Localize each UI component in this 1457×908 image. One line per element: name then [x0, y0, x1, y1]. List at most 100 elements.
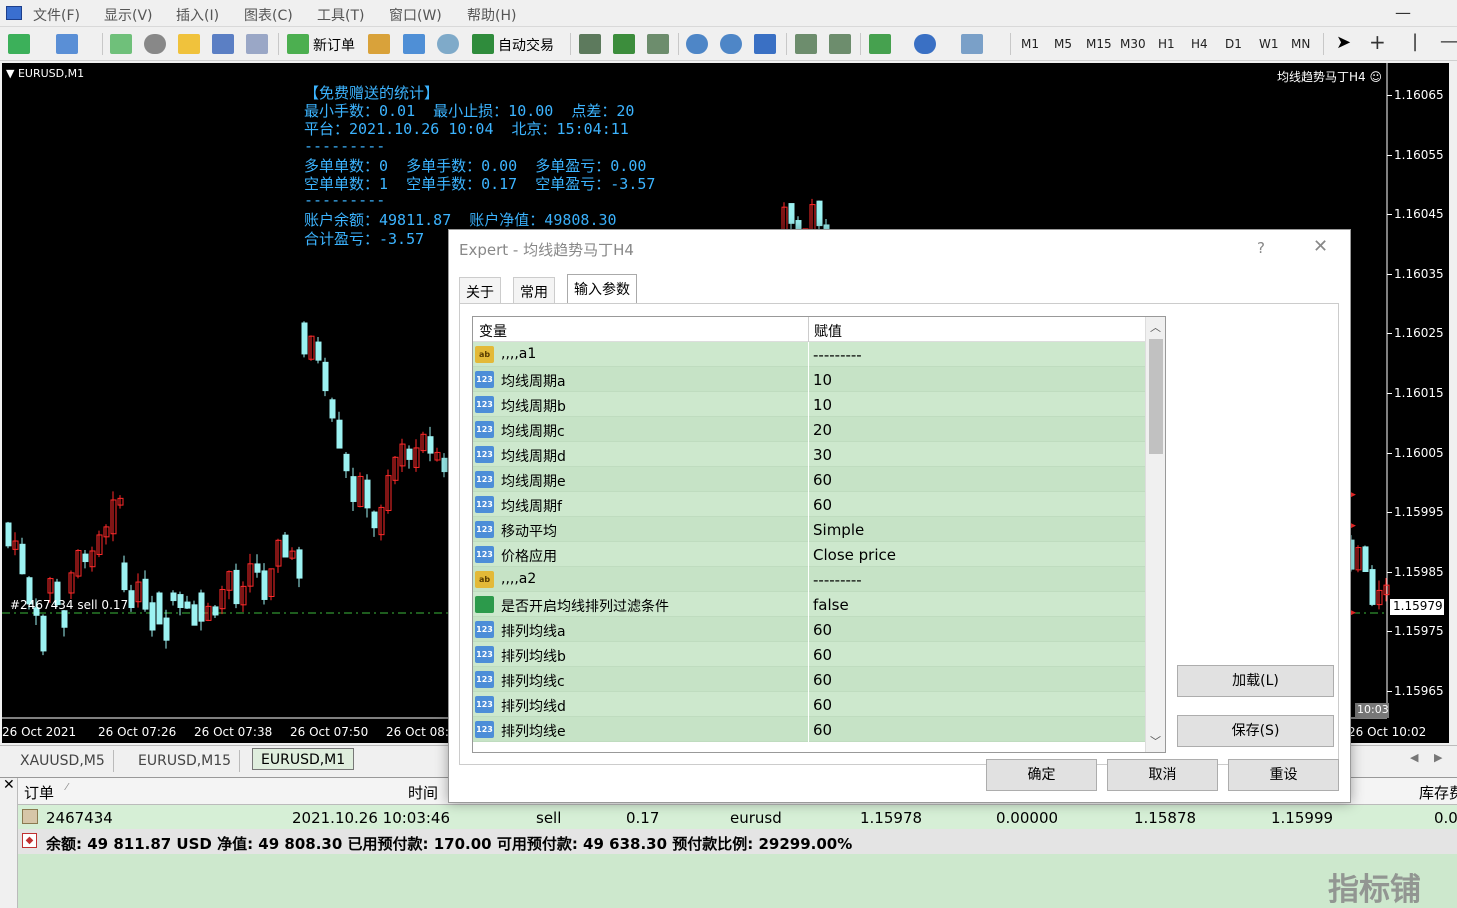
timeframe-m30[interactable]: M30: [1120, 37, 1146, 51]
param-row[interactable]: 123 均线周期e 60: [473, 467, 1145, 492]
param-value[interactable]: 60: [813, 621, 832, 639]
market-icon[interactable]: [437, 34, 459, 54]
param-value[interactable]: 10: [813, 396, 832, 414]
new-chart-icon[interactable]: [8, 34, 30, 54]
tab-eurusd-m1[interactable]: EURUSD,M1: [252, 748, 355, 770]
param-value[interactable]: ---------: [813, 571, 862, 589]
tab-common[interactable]: 常用: [513, 277, 555, 303]
tile-windows-icon[interactable]: [754, 34, 776, 54]
tab-about[interactable]: 关于: [459, 277, 501, 303]
param-row[interactable]: 123 排列均线b 60: [473, 642, 1145, 667]
scroll-up-icon[interactable]: ︿: [1150, 319, 1161, 335]
col-swap[interactable]: 库存费: [1419, 782, 1457, 803]
timeframe-w1[interactable]: W1: [1259, 37, 1279, 51]
menu-insert[interactable]: 插入(I): [176, 5, 219, 25]
cancel-button[interactable]: 取消: [1107, 759, 1218, 791]
autoscroll-icon[interactable]: [795, 34, 817, 54]
param-value[interactable]: 60: [813, 671, 832, 689]
templates-icon[interactable]: [961, 34, 983, 54]
indicators-icon[interactable]: [869, 34, 891, 54]
param-row[interactable]: 123 排列均线e 60: [473, 717, 1145, 742]
grid-scrollbar[interactable]: ︿ ﹀: [1145, 317, 1165, 752]
market-watch-icon[interactable]: [110, 34, 132, 54]
zoom-in-icon[interactable]: [686, 34, 708, 54]
cursor-icon[interactable]: ➤: [1336, 32, 1351, 53]
param-row[interactable]: ab ,,,,a2 ---------: [473, 567, 1145, 592]
param-row[interactable]: 123 均线周期c 20: [473, 417, 1145, 442]
menu-view[interactable]: 显示(V): [104, 5, 153, 25]
param-value[interactable]: Close price: [813, 546, 896, 564]
metaeditor-icon[interactable]: [368, 34, 390, 54]
favorites-icon[interactable]: [178, 34, 200, 54]
col-value[interactable]: 赋值: [814, 321, 842, 341]
param-value[interactable]: 20: [813, 421, 832, 439]
menu-tools[interactable]: 工具(T): [317, 5, 364, 25]
param-row[interactable]: 123 移动平均 Simple: [473, 517, 1145, 542]
close-icon[interactable]: ✕: [1313, 236, 1328, 257]
profiles-icon[interactable]: [56, 34, 78, 54]
param-value[interactable]: ---------: [813, 346, 862, 364]
bar-chart-icon[interactable]: [579, 34, 601, 54]
timeframe-m15[interactable]: M15: [1086, 37, 1112, 51]
param-row[interactable]: 是否开启均线排列过滤条件 false: [473, 592, 1145, 617]
param-value[interactable]: 60: [813, 496, 832, 514]
param-row[interactable]: ab ,,,,a1 ---------: [473, 342, 1145, 367]
param-row[interactable]: 123 排列均线a 60: [473, 617, 1145, 642]
param-row[interactable]: 123 均线周期a 10: [473, 367, 1145, 392]
menu-file[interactable]: 文件(F): [33, 5, 80, 25]
auto-trade-icon[interactable]: [472, 34, 494, 54]
minimize-icon[interactable]: —: [1395, 3, 1411, 22]
param-row[interactable]: 123 均线周期d 30: [473, 442, 1145, 467]
new-order-button[interactable]: 新订单: [313, 35, 355, 55]
param-value[interactable]: 60: [813, 696, 832, 714]
terminal-icon[interactable]: [212, 34, 234, 54]
tab-eurusd-m15[interactable]: EURUSD,M15: [130, 750, 241, 772]
param-value[interactable]: 30: [813, 446, 832, 464]
line-chart-icon[interactable]: [647, 34, 669, 54]
timeframe-m1[interactable]: M1: [1021, 37, 1039, 51]
param-row[interactable]: 123 均线周期f 60: [473, 492, 1145, 517]
tab-scroll-left-icon[interactable]: ◀: [1410, 751, 1418, 764]
vertical-line-icon[interactable]: |: [1412, 31, 1418, 52]
param-value[interactable]: 60: [813, 471, 832, 489]
param-row[interactable]: 123 排列均线c 60: [473, 667, 1145, 692]
param-row[interactable]: 123 排列均线d 60: [473, 692, 1145, 717]
param-row[interactable]: 123 均线周期b 10: [473, 392, 1145, 417]
param-value[interactable]: 60: [813, 721, 832, 739]
auto-trade-button[interactable]: 自动交易: [498, 35, 554, 55]
help-icon[interactable]: ?: [1257, 239, 1265, 257]
crosshair-icon[interactable]: +: [1369, 30, 1386, 54]
param-value[interactable]: false: [813, 596, 849, 614]
scroll-down-icon[interactable]: ﹀: [1150, 733, 1161, 749]
menu-charts[interactable]: 图表(C): [244, 5, 293, 25]
param-value[interactable]: Simple: [813, 521, 864, 539]
reset-button[interactable]: 重设: [1228, 759, 1339, 791]
save-button[interactable]: 保存(S): [1177, 715, 1334, 747]
timeframe-m5[interactable]: M5: [1054, 37, 1072, 51]
new-order-icon[interactable]: [287, 34, 309, 54]
col-order[interactable]: 订单: [24, 782, 54, 803]
periods-icon[interactable]: [914, 34, 936, 54]
col-time[interactable]: 时间: [408, 782, 438, 803]
candlestick-icon[interactable]: [613, 34, 635, 54]
chart-shift-icon[interactable]: [829, 34, 851, 54]
timeframe-mn[interactable]: MN: [1291, 37, 1310, 51]
scroll-thumb[interactable]: [1149, 339, 1163, 454]
horizontal-line-icon[interactable]: —: [1440, 31, 1457, 52]
ok-button[interactable]: 确定: [986, 759, 1097, 791]
param-value[interactable]: 10: [813, 371, 832, 389]
terminal-close-icon[interactable]: ✕: [3, 777, 15, 793]
menu-help[interactable]: 帮助(H): [467, 5, 516, 25]
menu-window[interactable]: 窗口(W): [389, 5, 442, 25]
timeframe-d1[interactable]: D1: [1225, 37, 1242, 51]
tab-scroll-right-icon[interactable]: ▶: [1434, 751, 1442, 764]
load-button[interactable]: 加载(L): [1177, 665, 1334, 697]
param-value[interactable]: 60: [813, 646, 832, 664]
zoom-out-icon[interactable]: [720, 34, 742, 54]
param-row[interactable]: 123 价格应用 Close price: [473, 542, 1145, 567]
expert-label[interactable]: 均线趋势马丁H4 ☺: [1277, 68, 1382, 85]
tab-xauusd-m5[interactable]: XAUUSD,M5: [12, 750, 114, 772]
table-row[interactable]: 2467434 2021.10.26 10:03:46 sell 0.17 eu…: [18, 805, 1457, 829]
timeframe-h4[interactable]: H4: [1191, 37, 1208, 51]
tab-inputs[interactable]: 输入参数: [567, 274, 637, 304]
